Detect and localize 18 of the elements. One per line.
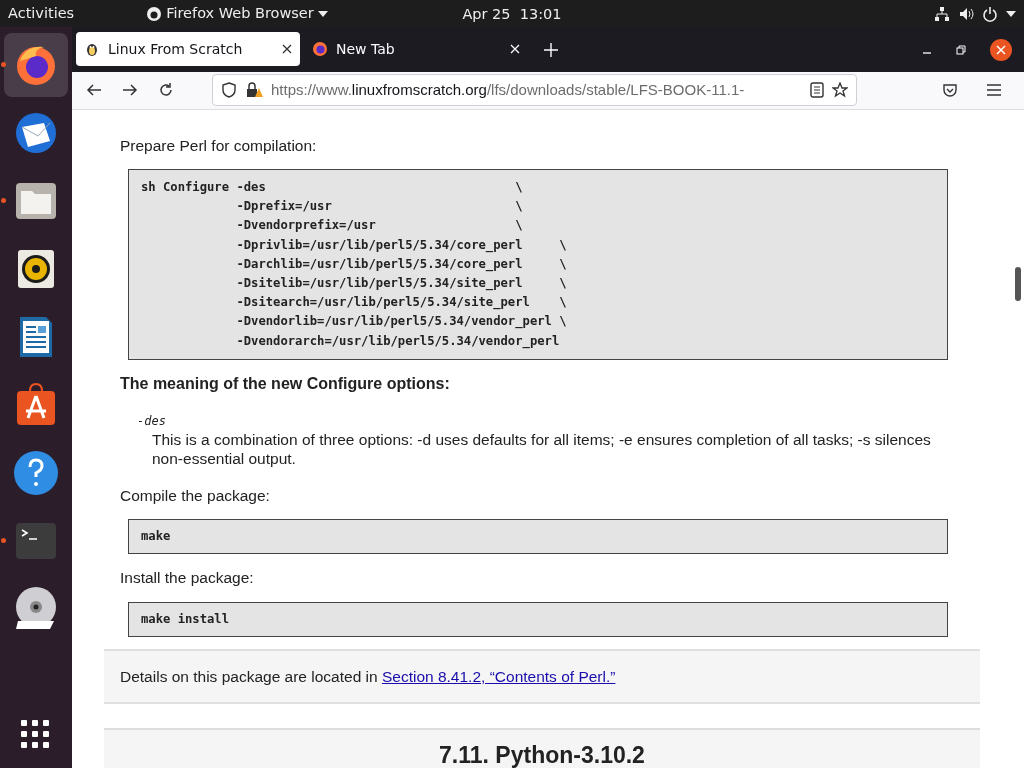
code-block: make install: [128, 601, 948, 637]
option-description: This is a combination of three options: -d uses defaults for all items; -e ensures completion of all tasks; -s silences non-essential output.: [152, 429, 932, 468]
section-heading: 7.11. Python-3.10.2: [104, 728, 980, 768]
app-menu[interactable]: Firefox Web Browser: [146, 2, 328, 25]
paragraph: Prepare Perl for compilation:: [120, 135, 318, 156]
paragraph: Install the package:: [120, 568, 255, 589]
clock[interactable]: Apr 25 13:01: [462, 4, 562, 26]
url-field[interactable]: https://www.linuxfromscratch.org/lfs/downloads/stable/LFS-BOOK-11.1-: [212, 74, 857, 107]
note-text: Details on this package are located in Section 8.41.2, “Contents of Perl.”: [120, 666, 617, 687]
paragraph: Compile the package:: [120, 485, 271, 506]
browser-tab[interactable]: New Tab: [304, 32, 528, 66]
section-link[interactable]: Section 8.41.2, “Contents of Perl.”: [381, 667, 616, 685]
browser-tab[interactable]: Linux From Scratch: [76, 32, 300, 66]
option-term: -des: [137, 412, 167, 430]
code-block: make: [128, 519, 948, 555]
code-block: sh Configure -des \ -Dprefix=/usr \ -Dvendorprefix=/usr \ -Dprivlib=/usr/lib/perl5/5.34/core_perl \ -Darchlib=/usr/lib/perl5/5.34/core_perl \ -Dsitelib=/usr/lib/perl5/5.34/site_perl \ -Dsitearch=/usr/lib/perl5/5.34/site_perl \ -Dvendorlib=/usr/lib/perl5/5.34/vendor_perl \ -Dvendorarch=/usr/lib/perl5/5.34/vendor_perl: [128, 169, 948, 360]
activities-button[interactable]: Activities: [8, 2, 75, 25]
subheading: The meaning of the new Configure options:: [120, 373, 451, 394]
